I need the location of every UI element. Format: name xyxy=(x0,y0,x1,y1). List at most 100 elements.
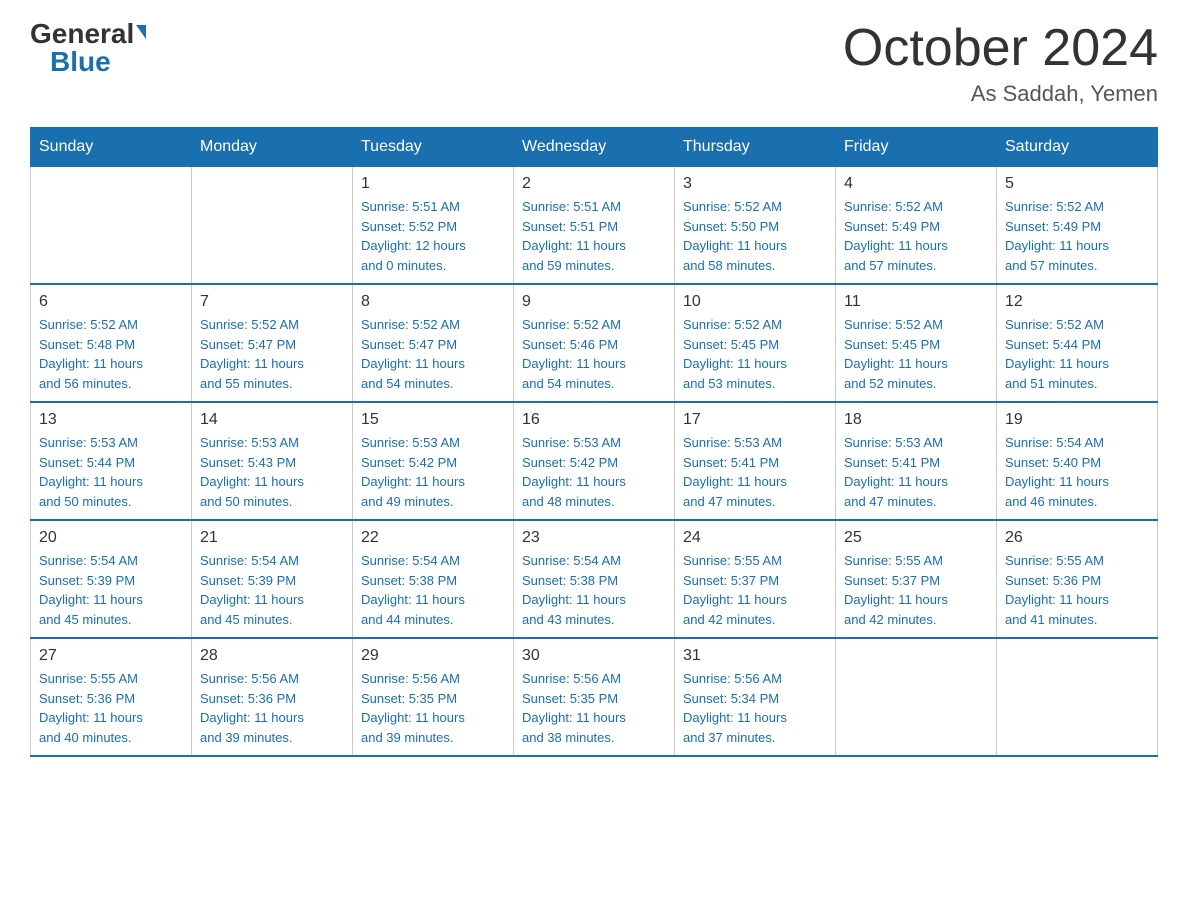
day-number: 28 xyxy=(200,647,344,665)
header-cell-tuesday: Tuesday xyxy=(353,128,514,167)
calendar-cell: 28 Sunrise: 5:56 AMSunset: 5:36 PMDayligh… xyxy=(192,638,353,756)
day-info: Sunrise: 5:55 AMSunset: 5:37 PMDaylight:… xyxy=(683,551,827,629)
calendar-cell: 19Sunrise: 5:54 AMSunset: 5:40 PMDayligh… xyxy=(997,402,1158,520)
day-info: Sunrise: 5:52 AMSunset: 5:44 PMDaylight:… xyxy=(1005,315,1149,393)
week-row-0: 1Sunrise: 5:51 AMSunset: 5:52 PMDaylight… xyxy=(31,167,1158,285)
day-number: 6 xyxy=(39,293,183,311)
calendar-cell: 18 Sunrise: 5:53 AMSunset: 5:41 PMDayligh… xyxy=(836,402,997,520)
logo: General Blue xyxy=(30,20,146,76)
day-number: 29 xyxy=(361,647,505,665)
location-title: As Saddah, Yemen xyxy=(843,81,1158,107)
calendar-cell: 17Sunrise: 5:53 AMSunset: 5:41 PMDayligh… xyxy=(675,402,836,520)
header-row: SundayMondayTuesdayWednesdayThursdayFrid… xyxy=(31,128,1158,167)
calendar-cell: 8Sunrise: 5:52 AMSunset: 5:47 PMDaylight… xyxy=(353,284,514,402)
calendar-table: SundayMondayTuesdayWednesdayThursdayFrid… xyxy=(30,127,1158,757)
calendar-cell: 22Sunrise: 5:54 AMSunset: 5:38 PMDayligh… xyxy=(353,520,514,638)
month-title: October 2024 xyxy=(843,20,1158,77)
header-cell-sunday: Sunday xyxy=(31,128,192,167)
week-row-4: 27Sunrise: 5:55 AMSunset: 5:36 PMDayligh… xyxy=(31,638,1158,756)
calendar-cell xyxy=(31,167,192,285)
day-number: 4 xyxy=(844,175,988,193)
header-cell-friday: Friday xyxy=(836,128,997,167)
day-info: Sunrise: 5:53 AMSunset: 5:42 PMDaylight:… xyxy=(522,433,666,511)
day-info: Sunrise: 5:56 AMSunset: 5:35 PMDaylight:… xyxy=(522,669,666,747)
day-number: 9 xyxy=(522,293,666,311)
logo-blue-text: Blue xyxy=(50,48,111,76)
day-info: Sunrise: 5:53 AMSunset: 5:41 PMDaylight:… xyxy=(683,433,827,511)
day-info: Sunrise: 5:54 AMSunset: 5:38 PMDaylight:… xyxy=(522,551,666,629)
calendar-cell: 23 Sunrise: 5:54 AMSunset: 5:38 PMDayligh… xyxy=(514,520,675,638)
day-number: 30 xyxy=(522,647,666,665)
calendar-cell: 27Sunrise: 5:55 AMSunset: 5:36 PMDayligh… xyxy=(31,638,192,756)
day-number: 2 xyxy=(522,175,666,193)
calendar-cell: 12 Sunrise: 5:52 AMSunset: 5:44 PMDayligh… xyxy=(997,284,1158,402)
logo-triangle-icon xyxy=(136,25,146,39)
day-info: Sunrise: 5:54 AMSunset: 5:40 PMDaylight:… xyxy=(1005,433,1149,511)
calendar-cell: 1Sunrise: 5:51 AMSunset: 5:52 PMDaylight… xyxy=(353,167,514,285)
day-number: 18 xyxy=(844,411,988,429)
day-info: Sunrise: 5:53 AMSunset: 5:43 PMDaylight:… xyxy=(200,433,344,511)
calendar-cell: 3Sunrise: 5:52 AMSunset: 5:50 PMDaylight… xyxy=(675,167,836,285)
calendar-cell xyxy=(997,638,1158,756)
day-number: 10 xyxy=(683,293,827,311)
day-number: 26 xyxy=(1005,529,1149,547)
day-info: Sunrise: 5:54 AMSunset: 5:38 PMDaylight:… xyxy=(361,551,505,629)
day-number: 20 xyxy=(39,529,183,547)
calendar-cell: 16 Sunrise: 5:53 AMSunset: 5:42 PMDayligh… xyxy=(514,402,675,520)
calendar-cell: 13 Sunrise: 5:53 AMSunset: 5:44 PMDayligh… xyxy=(31,402,192,520)
day-number: 23 xyxy=(522,529,666,547)
day-info: Sunrise: 5:53 AMSunset: 5:44 PMDaylight:… xyxy=(39,433,183,511)
day-number: 24 xyxy=(683,529,827,547)
calendar-cell: 15 Sunrise: 5:53 AMSunset: 5:42 PMDayligh… xyxy=(353,402,514,520)
logo-general-text: General xyxy=(30,20,134,48)
calendar-cell: 31 Sunrise: 5:56 AMSunset: 5:34 PMDayligh… xyxy=(675,638,836,756)
calendar-cell: 24 Sunrise: 5:55 AMSunset: 5:37 PMDayligh… xyxy=(675,520,836,638)
page-header: General Blue October 2024 As Saddah, Yem… xyxy=(30,20,1158,107)
header-cell-saturday: Saturday xyxy=(997,128,1158,167)
calendar-cell: 7 Sunrise: 5:52 AMSunset: 5:47 PMDaylight… xyxy=(192,284,353,402)
calendar-cell: 4Sunrise: 5:52 AMSunset: 5:49 PMDaylight… xyxy=(836,167,997,285)
week-row-1: 6Sunrise: 5:52 AMSunset: 5:48 PMDaylight… xyxy=(31,284,1158,402)
day-number: 1 xyxy=(361,175,505,193)
day-info: Sunrise: 5:52 AMSunset: 5:45 PMDaylight:… xyxy=(844,315,988,393)
calendar-cell: 21 Sunrise: 5:54 AMSunset: 5:39 PMDayligh… xyxy=(192,520,353,638)
day-info: Sunrise: 5:53 AMSunset: 5:42 PMDaylight:… xyxy=(361,433,505,511)
calendar-cell xyxy=(192,167,353,285)
week-row-3: 20 Sunrise: 5:54 AMSunset: 5:39 PMDayligh… xyxy=(31,520,1158,638)
header-cell-thursday: Thursday xyxy=(675,128,836,167)
day-number: 8 xyxy=(361,293,505,311)
day-info: Sunrise: 5:56 AMSunset: 5:34 PMDaylight:… xyxy=(683,669,827,747)
header-cell-monday: Monday xyxy=(192,128,353,167)
day-number: 5 xyxy=(1005,175,1149,193)
calendar-body: 1Sunrise: 5:51 AMSunset: 5:52 PMDaylight… xyxy=(31,167,1158,757)
calendar-cell: 29Sunrise: 5:56 AMSunset: 5:35 PMDayligh… xyxy=(353,638,514,756)
day-info: Sunrise: 5:52 AMSunset: 5:45 PMDaylight:… xyxy=(683,315,827,393)
day-info: Sunrise: 5:52 AMSunset: 5:47 PMDaylight:… xyxy=(200,315,344,393)
day-number: 13 xyxy=(39,411,183,429)
day-number: 21 xyxy=(200,529,344,547)
calendar-cell: 25Sunrise: 5:55 AMSunset: 5:37 PMDayligh… xyxy=(836,520,997,638)
header-cell-wednesday: Wednesday xyxy=(514,128,675,167)
day-info: Sunrise: 5:52 AMSunset: 5:46 PMDaylight:… xyxy=(522,315,666,393)
calendar-cell xyxy=(836,638,997,756)
calendar-cell: 10 Sunrise: 5:52 AMSunset: 5:45 PMDayligh… xyxy=(675,284,836,402)
calendar-cell: 6Sunrise: 5:52 AMSunset: 5:48 PMDaylight… xyxy=(31,284,192,402)
day-number: 15 xyxy=(361,411,505,429)
day-info: Sunrise: 5:51 AMSunset: 5:51 PMDaylight:… xyxy=(522,197,666,275)
day-info: Sunrise: 5:52 AMSunset: 5:50 PMDaylight:… xyxy=(683,197,827,275)
day-number: 7 xyxy=(200,293,344,311)
calendar-cell: 30 Sunrise: 5:56 AMSunset: 5:35 PMDayligh… xyxy=(514,638,675,756)
day-number: 12 xyxy=(1005,293,1149,311)
week-row-2: 13 Sunrise: 5:53 AMSunset: 5:44 PMDayligh… xyxy=(31,402,1158,520)
calendar-cell: 26Sunrise: 5:55 AMSunset: 5:36 PMDayligh… xyxy=(997,520,1158,638)
day-number: 16 xyxy=(522,411,666,429)
day-info: Sunrise: 5:55 AMSunset: 5:37 PMDaylight:… xyxy=(844,551,988,629)
calendar-cell: 11Sunrise: 5:52 AMSunset: 5:45 PMDayligh… xyxy=(836,284,997,402)
day-info: Sunrise: 5:53 AMSunset: 5:41 PMDaylight:… xyxy=(844,433,988,511)
day-info: Sunrise: 5:56 AMSunset: 5:36 PMDaylight:… xyxy=(200,669,344,747)
day-info: Sunrise: 5:54 AMSunset: 5:39 PMDaylight:… xyxy=(200,551,344,629)
calendar-cell: 5Sunrise: 5:52 AMSunset: 5:49 PMDaylight… xyxy=(997,167,1158,285)
day-number: 31 xyxy=(683,647,827,665)
day-number: 14 xyxy=(200,411,344,429)
calendar-cell: 20Sunrise: 5:54 AMSunset: 5:39 PMDayligh… xyxy=(31,520,192,638)
